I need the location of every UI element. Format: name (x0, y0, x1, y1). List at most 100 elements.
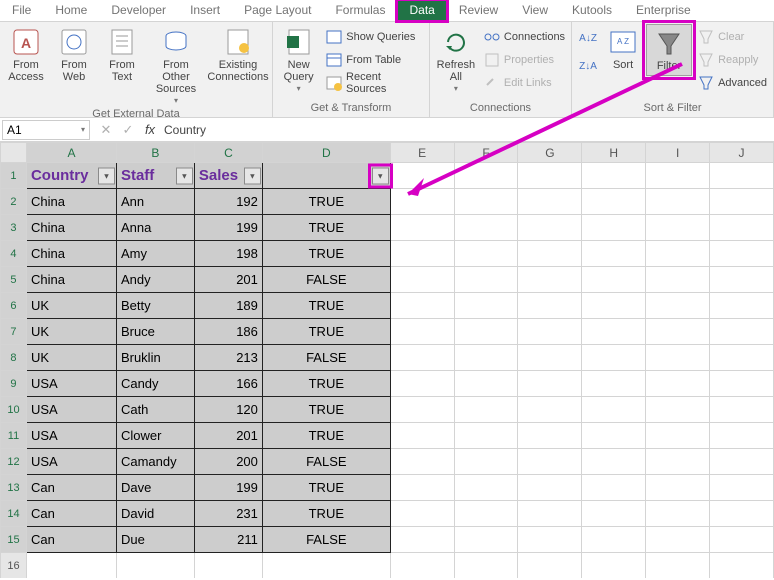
cell[interactable]: 201 (194, 267, 262, 293)
cell[interactable] (390, 163, 454, 189)
column-header[interactable]: G (518, 143, 582, 163)
from-access-button[interactable]: AFrom Access (4, 24, 48, 83)
cell[interactable]: Dave (116, 475, 194, 501)
cell[interactable] (710, 553, 774, 579)
cell[interactable] (390, 215, 454, 241)
tab-formulas[interactable]: Formulas (323, 0, 397, 21)
cell[interactable] (582, 293, 646, 319)
refresh-all-button[interactable]: Refresh All▾ (434, 24, 478, 95)
row-header[interactable]: 8 (1, 345, 27, 371)
cell[interactable] (710, 345, 774, 371)
cell[interactable]: China (26, 215, 116, 241)
connections-button[interactable]: Connections (482, 26, 567, 48)
cell[interactable]: Bruklin (116, 345, 194, 371)
cell[interactable]: 166 (194, 371, 262, 397)
reapply-button[interactable]: Reapply (696, 49, 769, 71)
cell[interactable] (582, 527, 646, 553)
cell[interactable] (518, 371, 582, 397)
cell[interactable] (582, 449, 646, 475)
cell[interactable]: TRUE (262, 319, 390, 345)
cell[interactable]: USA (26, 423, 116, 449)
cell[interactable]: 120 (194, 397, 262, 423)
filter-dropdown-icon[interactable]: ▾ (244, 167, 261, 184)
tab-insert[interactable]: Insert (178, 0, 232, 21)
cell[interactable] (646, 319, 710, 345)
cell[interactable]: Anna (116, 215, 194, 241)
filter-dropdown-icon[interactable]: ▾ (98, 167, 115, 184)
cell[interactable] (518, 449, 582, 475)
cell[interactable] (710, 189, 774, 215)
fx-icon[interactable]: fx (142, 122, 158, 137)
edit-links-button[interactable]: Edit Links (482, 72, 567, 94)
cell[interactable] (646, 501, 710, 527)
row-header[interactable]: 15 (1, 527, 27, 553)
cell[interactable] (194, 553, 262, 579)
cell[interactable] (710, 293, 774, 319)
cell[interactable] (454, 449, 518, 475)
sort-desc-button[interactable]: Z↓A (576, 54, 600, 78)
cell[interactable] (390, 241, 454, 267)
cell[interactable]: Clower (116, 423, 194, 449)
cell[interactable] (390, 501, 454, 527)
tab-kutools[interactable]: Kutools (560, 0, 624, 21)
from-text-button[interactable]: From Text (100, 24, 144, 83)
cell[interactable] (454, 163, 518, 189)
cell[interactable]: TRUE (262, 397, 390, 423)
cell[interactable]: 211 (194, 527, 262, 553)
cell[interactable] (518, 475, 582, 501)
cell[interactable]: TRUE (262, 475, 390, 501)
cell[interactable] (582, 189, 646, 215)
cell[interactable]: 231 (194, 501, 262, 527)
column-header[interactable]: A (26, 143, 116, 163)
from-table-button[interactable]: From Table (324, 49, 425, 71)
cell[interactable]: Due (116, 527, 194, 553)
column-header[interactable]: C (194, 143, 262, 163)
cell[interactable] (582, 553, 646, 579)
cell[interactable] (646, 397, 710, 423)
cell[interactable]: Can (26, 527, 116, 553)
cell[interactable] (518, 215, 582, 241)
cell[interactable] (582, 267, 646, 293)
cell[interactable]: Candy (116, 371, 194, 397)
from-other-sources-button[interactable]: From Other Sources▾ (148, 24, 204, 107)
cell[interactable] (518, 163, 582, 189)
cell[interactable]: Andy (116, 267, 194, 293)
cell[interactable] (646, 189, 710, 215)
cell[interactable] (710, 449, 774, 475)
cell[interactable] (710, 423, 774, 449)
sort-asc-button[interactable]: A↓Z (576, 26, 600, 50)
cell[interactable]: Can (26, 501, 116, 527)
row-header[interactable]: 4 (1, 241, 27, 267)
filter-button[interactable]: Filter (646, 24, 692, 76)
cell[interactable] (518, 319, 582, 345)
row-header[interactable]: 1 (1, 163, 27, 189)
cell[interactable] (390, 267, 454, 293)
cell[interactable] (646, 163, 710, 189)
select-all-cell[interactable] (1, 143, 27, 163)
row-header[interactable]: 12 (1, 449, 27, 475)
cell[interactable] (390, 475, 454, 501)
cell[interactable] (710, 371, 774, 397)
tab-review[interactable]: Review (447, 0, 510, 21)
cell[interactable] (454, 475, 518, 501)
from-web-button[interactable]: From Web (52, 24, 96, 83)
cell[interactable] (582, 241, 646, 267)
enter-icon[interactable]: ✓ (120, 122, 136, 138)
row-header[interactable]: 9 (1, 371, 27, 397)
cell[interactable] (518, 345, 582, 371)
cell[interactable] (646, 423, 710, 449)
cell[interactable] (518, 241, 582, 267)
cell[interactable]: China (26, 267, 116, 293)
cell[interactable]: 198 (194, 241, 262, 267)
cell[interactable] (518, 189, 582, 215)
cell[interactable] (454, 293, 518, 319)
tab-page-layout[interactable]: Page Layout (232, 0, 323, 21)
cell[interactable] (582, 501, 646, 527)
cell[interactable] (646, 345, 710, 371)
cell[interactable]: 200 (194, 449, 262, 475)
cell[interactable] (390, 553, 454, 579)
cell[interactable] (390, 449, 454, 475)
column-header[interactable]: E (390, 143, 454, 163)
cell[interactable] (646, 449, 710, 475)
cell[interactable] (454, 241, 518, 267)
